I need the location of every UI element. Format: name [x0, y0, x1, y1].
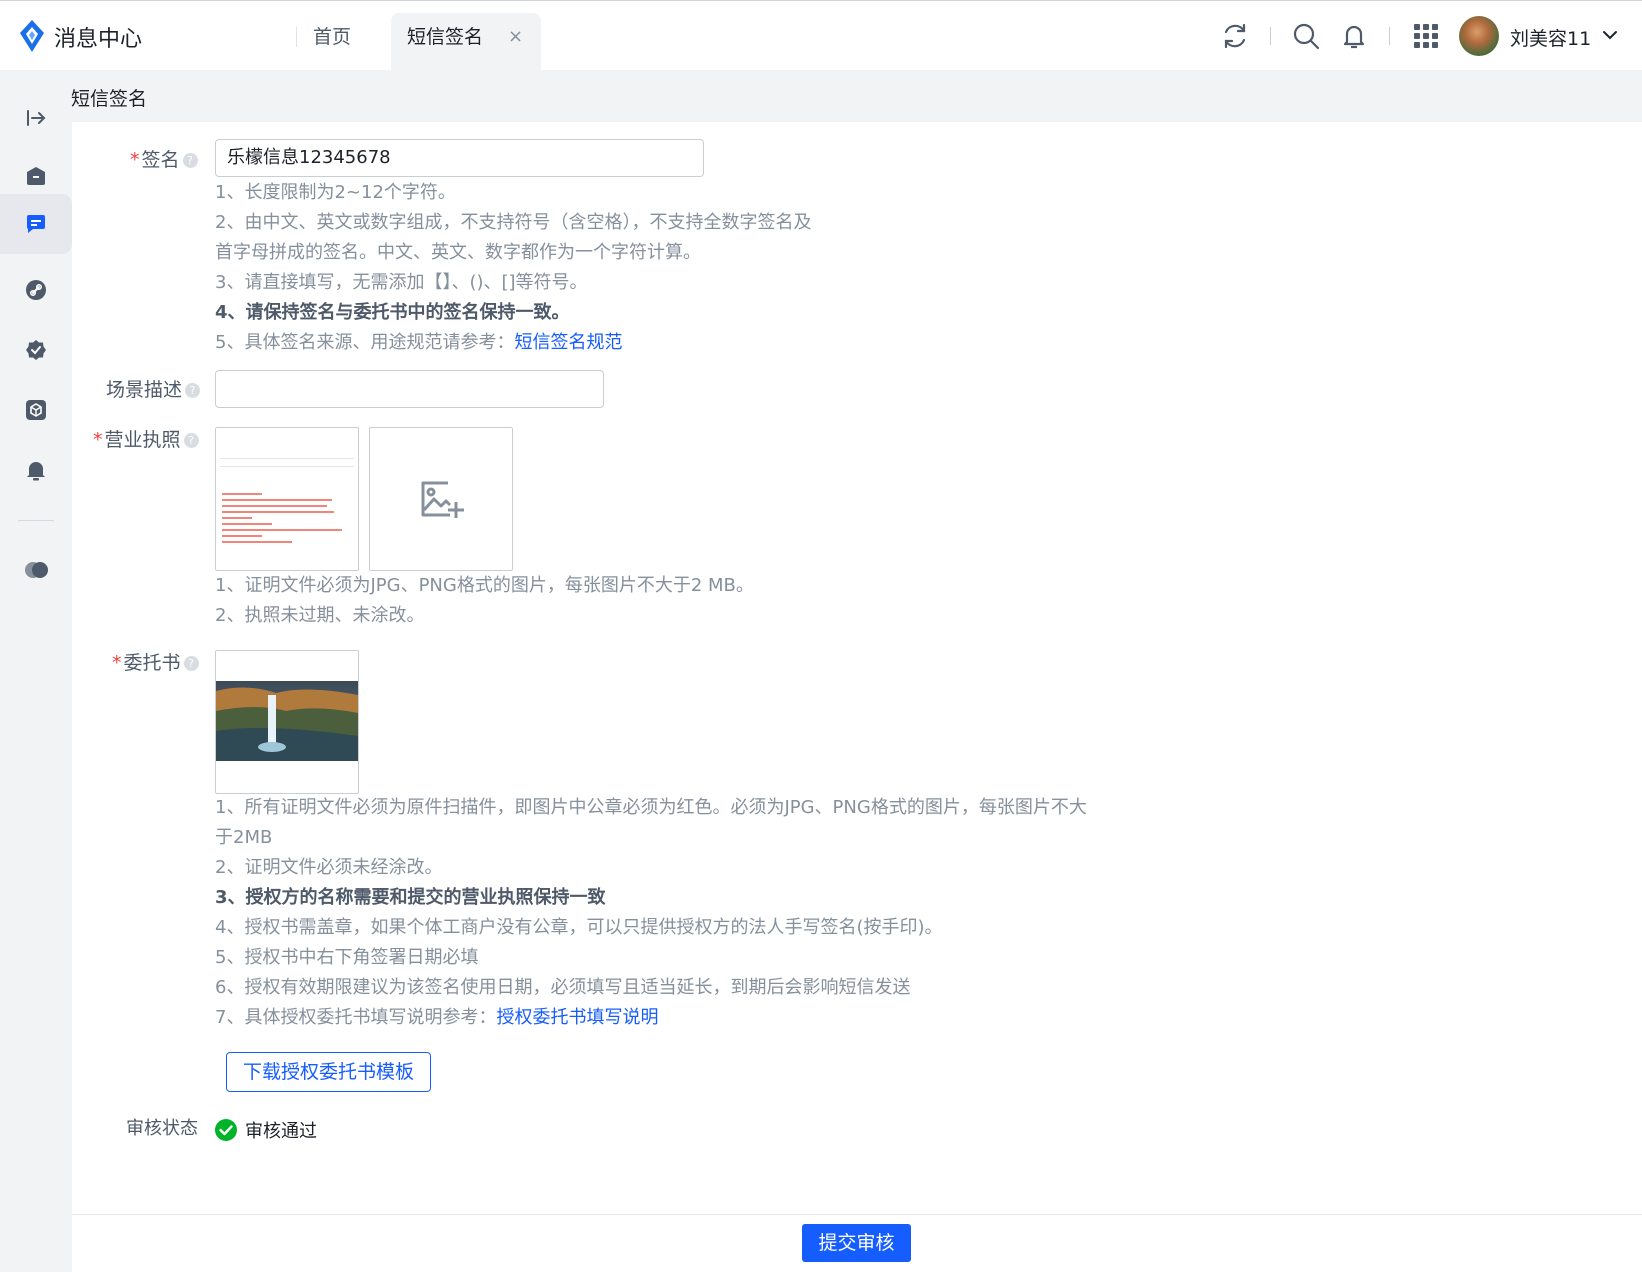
license-image-thumbnail[interactable]: [215, 427, 359, 571]
apps-grid-icon[interactable]: [1411, 21, 1441, 51]
sidebar-item-toggle[interactable]: [0, 540, 72, 600]
license-upload-button[interactable]: [369, 427, 513, 571]
header-separator: [1270, 27, 1271, 45]
license-document-preview: [218, 430, 356, 568]
refresh-icon[interactable]: [1220, 21, 1250, 51]
expand-icon: [27, 110, 46, 126]
tab-sms-signature[interactable]: 短信签名 ×: [391, 13, 541, 71]
authorization-hint-8: 7、具体授权委托书填写说明参考：授权委托书填写说明: [215, 1003, 658, 1033]
signature-hint-6-text: 5、具体签名来源、用途规范请参考：: [215, 332, 515, 353]
authorization-label-text: 委托书: [123, 652, 181, 674]
sidebar: [0, 70, 72, 1272]
waterfall-photo: [216, 681, 358, 761]
required-mark: *: [130, 149, 140, 171]
authorization-guide-link[interactable]: 授权委托书填写说明: [496, 1007, 658, 1028]
authorization-hint-3: 2、证明文件必须未经涂改。: [215, 857, 443, 878]
user-name[interactable]: 刘美容11: [1510, 24, 1591, 51]
check-circle-icon: [215, 1119, 237, 1141]
signature-hint-5: 4、请保持签名与委托书中的签名保持一致。: [215, 298, 570, 328]
badge-check-icon: [26, 340, 46, 360]
bell-icon[interactable]: [1339, 21, 1369, 51]
tab-home[interactable]: 首页: [313, 13, 351, 71]
help-icon[interactable]: ?: [185, 383, 201, 398]
link-icon: [26, 280, 46, 300]
scene-label-text: 场景描述: [106, 379, 183, 401]
signature-spec-link[interactable]: 短信签名规范: [514, 332, 622, 353]
help-icon[interactable]: ?: [182, 153, 198, 168]
sidebar-expand[interactable]: [0, 88, 72, 148]
authorization-hint-2: 于2MB: [215, 827, 273, 848]
signature-label-text: 签名: [141, 149, 180, 171]
tab-divider: [296, 27, 297, 47]
box-icon: [27, 167, 45, 185]
required-mark: *: [112, 652, 122, 674]
license-hint-1: 1、证明文件必须为JPG、PNG格式的图片，每张图片不大于2 MB。: [215, 575, 754, 596]
chevron-down-icon[interactable]: [1601, 26, 1619, 44]
scene-input[interactable]: [215, 370, 604, 408]
toggle-icon: [25, 562, 48, 578]
required-mark: *: [93, 429, 103, 451]
authorization-label: * 委托书?: [112, 648, 199, 675]
footer-divider: [72, 1214, 1642, 1215]
signature-hint-5-text: 4、请保持签名与委托书中的签名保持一致。: [215, 302, 570, 323]
sidebar-divider: [18, 520, 54, 521]
sidebar-item-sms[interactable]: [0, 194, 72, 254]
authorization-hint-8-text: 7、具体授权委托书填写说明参考：: [215, 1007, 497, 1028]
review-status-value: 审核通过: [245, 1121, 317, 1142]
sidebar-item-template[interactable]: [0, 380, 72, 440]
bell-icon: [27, 462, 45, 481]
signature-input[interactable]: 乐檬信息12345678: [215, 139, 704, 177]
signature-hint-4: 3、请直接填写，无需添加【】、()、[]等符号。: [215, 272, 588, 293]
add-image-icon: [421, 481, 464, 518]
search-icon[interactable]: [1291, 21, 1321, 51]
avatar[interactable]: [1459, 16, 1499, 56]
tab-label: 短信签名: [407, 26, 484, 48]
app-title: 消息中心: [54, 27, 143, 52]
sidebar-item-link[interactable]: [0, 260, 72, 320]
authorization-image-thumbnail[interactable]: [215, 650, 359, 794]
cube-icon: [26, 400, 46, 420]
signature-label: * 签名?: [130, 145, 198, 172]
header-separator: [1389, 27, 1390, 45]
signature-hint-1: 1、长度限制为2~12个字符。: [215, 182, 456, 203]
license-hint-2: 2、执照未过期、未涂改。: [215, 605, 425, 626]
license-label-text: 营业执照: [104, 429, 181, 451]
message-icon: [26, 215, 45, 233]
authorization-hint-4: 3、授权方的名称需要和提交的营业执照保持一致: [215, 883, 606, 913]
authorization-hint-5: 4、授权书需盖章，如果个体工商户没有公章，可以只提供授权方的法人手写签名(按手印…: [215, 917, 943, 938]
review-status-label: 审核状态: [126, 1118, 198, 1139]
license-label: * 营业执照?: [93, 425, 199, 452]
help-icon[interactable]: ?: [183, 433, 199, 448]
download-template-button[interactable]: 下载授权委托书模板: [226, 1052, 431, 1092]
signature-hint-2: 2、由中文、英文或数字组成，不支持符号（含空格），不支持全数字签名及: [215, 212, 812, 233]
sidebar-item-verify[interactable]: [0, 320, 72, 380]
signature-hint-3: 首字母拼成的签名。中文、英文、数字都作为一个字符计算。: [215, 242, 701, 263]
top-bar: 消息中心 首页 短信签名 × 刘美容11: [0, 0, 1642, 71]
authorization-hint-1: 1、所有证明文件必须为原件扫描件，即图片中公章必须为红色。必须为JPG、PNG格…: [215, 797, 1087, 818]
scene-label: 场景描述?: [106, 375, 201, 402]
sidebar-item-notify[interactable]: [0, 440, 72, 500]
signature-hint-6: 5、具体签名来源、用途规范请参考：短信签名规范: [215, 328, 622, 358]
authorization-hint-6: 5、授权书中右下角签署日期必填: [215, 947, 479, 968]
help-icon[interactable]: ?: [183, 656, 199, 671]
submit-review-button[interactable]: 提交审核: [802, 1224, 911, 1262]
authorization-hint-7: 6、授权有效期限建议为该签名使用日期，必须填写且适当延长，到期后会影响短信发送: [215, 977, 911, 998]
app-logo-icon: [20, 20, 44, 52]
close-icon[interactable]: ×: [508, 13, 523, 61]
page-title: 短信签名: [71, 88, 148, 110]
authorization-hint-4-text: 3、授权方的名称需要和提交的营业执照保持一致: [215, 887, 606, 908]
